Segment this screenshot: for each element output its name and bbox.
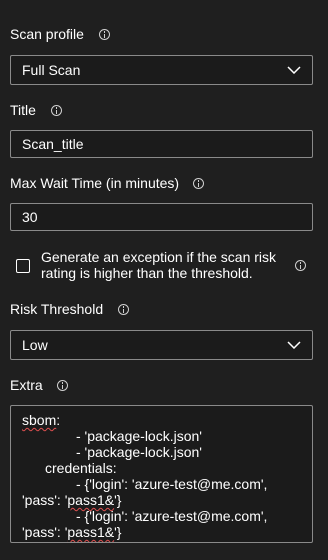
spellcheck-word: pass1&	[67, 524, 115, 540]
extra-textarea[interactable]: sbom: - 'package-lock.json' - 'package-l…	[10, 405, 313, 543]
exception-checkbox-label-line1: Generate an exception if the scan risk	[41, 249, 277, 265]
scan-profile-value: Full Scan	[22, 62, 81, 78]
code-text: '}	[114, 492, 122, 508]
info-icon[interactable]	[51, 105, 62, 116]
title-input[interactable]: Scan_title	[10, 130, 313, 158]
info-icon[interactable]	[57, 380, 68, 391]
chevron-down-icon	[287, 341, 301, 349]
max-wait-label: Max Wait Time (in minutes)	[10, 175, 180, 191]
exception-checkbox[interactable]	[16, 259, 30, 273]
max-wait-value: 30	[22, 209, 38, 225]
code-line: - 'package-lock.json'	[76, 428, 202, 444]
info-icon[interactable]	[99, 29, 110, 40]
extra-label: Extra	[10, 377, 43, 393]
code-line: 'pass': 'pass1&'}	[22, 492, 121, 508]
risk-threshold-select[interactable]: Low	[10, 330, 313, 360]
scan-profile-label: Scan profile	[10, 26, 84, 42]
info-icon[interactable]	[118, 304, 129, 315]
info-icon[interactable]	[295, 260, 306, 271]
code-line: - 'package-lock.json'	[76, 444, 202, 460]
exception-checkbox-label-line2: rating is higher than the threshold.	[41, 265, 253, 281]
spellcheck-word: sbom	[22, 412, 57, 428]
spellcheck-word: pass1&	[67, 492, 115, 508]
code-line: - {'login': 'azure-test@me.com',	[76, 508, 268, 524]
code-text: :	[56, 412, 61, 428]
code-line: 'pass': 'pass1&'}	[22, 524, 121, 540]
info-icon[interactable]	[193, 178, 204, 189]
scan-profile-select[interactable]: Full Scan	[10, 55, 313, 85]
code-line: sbom:	[22, 412, 60, 428]
code-line: - {'login': 'azure-test@me.com',	[76, 476, 268, 492]
risk-threshold-label: Risk Threshold	[10, 301, 104, 317]
max-wait-input[interactable]: 30	[10, 203, 313, 231]
title-label: Title	[10, 102, 36, 118]
code-text: 'pass': '	[22, 492, 68, 508]
title-value: Scan_title	[22, 136, 84, 152]
code-line: credentials:	[45, 460, 117, 476]
code-text: '}	[114, 524, 122, 540]
chevron-down-icon	[287, 66, 301, 74]
code-text: 'pass': '	[22, 524, 68, 540]
risk-threshold-value: Low	[22, 337, 48, 353]
